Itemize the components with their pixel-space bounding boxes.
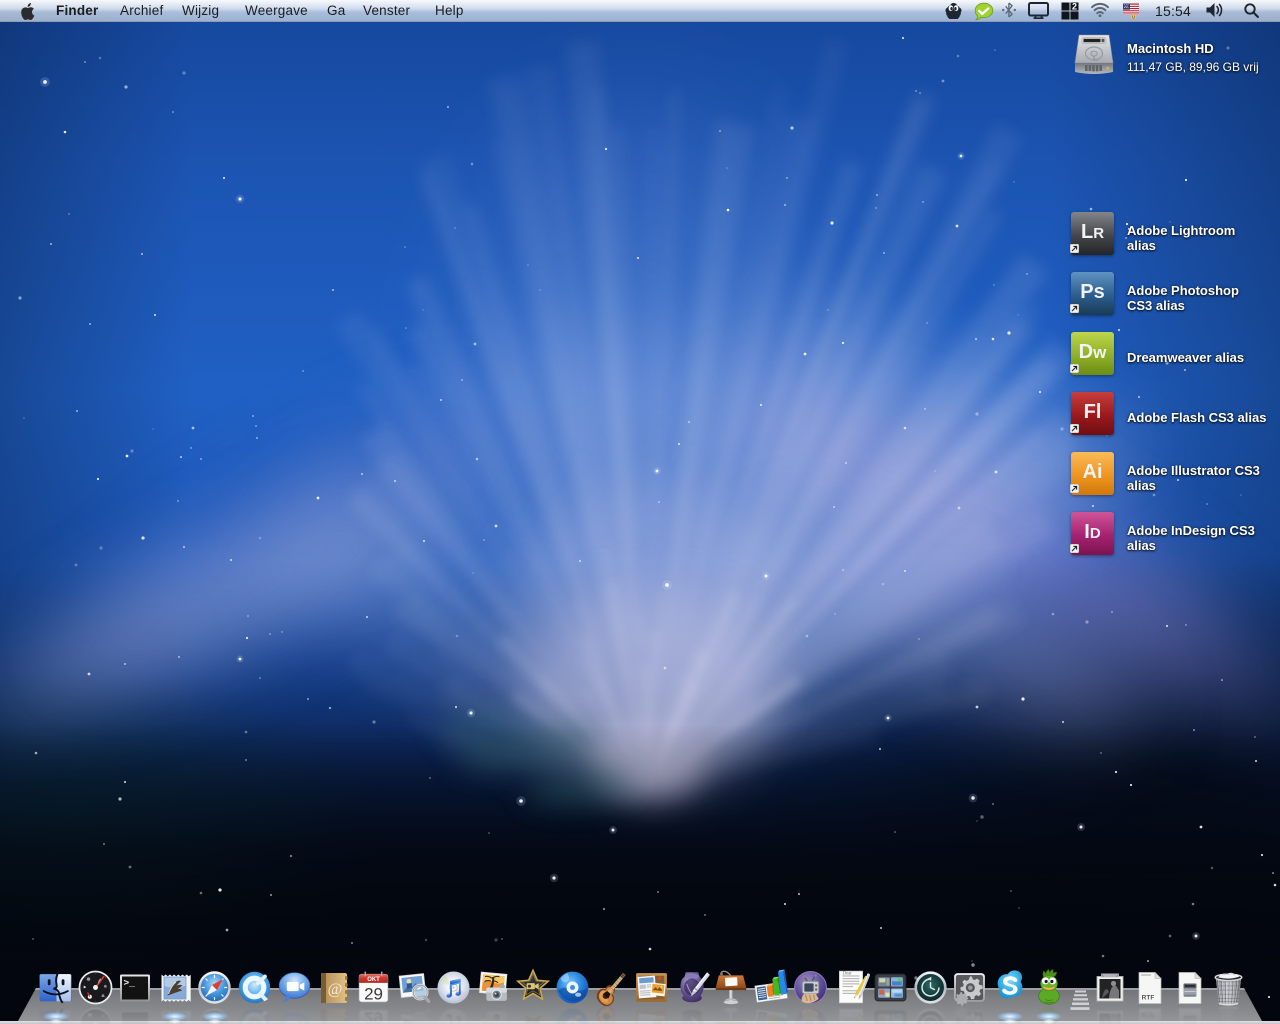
svg-text:@: @ <box>327 1014 342 1024</box>
svg-text:RTF: RTF <box>1142 995 1155 1002</box>
svg-text:29: 29 <box>364 1009 383 1024</box>
svg-text:OKT: OKT <box>367 977 380 983</box>
svg-text:Dear: Dear <box>842 971 852 976</box>
svg-text:29: 29 <box>364 984 383 1003</box>
svg-text:U: U <box>1132 15 1135 20</box>
svg-text:RTF: RTF <box>1142 1011 1155 1018</box>
svg-text:2: 2 <box>1072 2 1077 12</box>
svg-text:>_: >_ <box>124 978 136 989</box>
svg-text:@: @ <box>327 981 342 998</box>
